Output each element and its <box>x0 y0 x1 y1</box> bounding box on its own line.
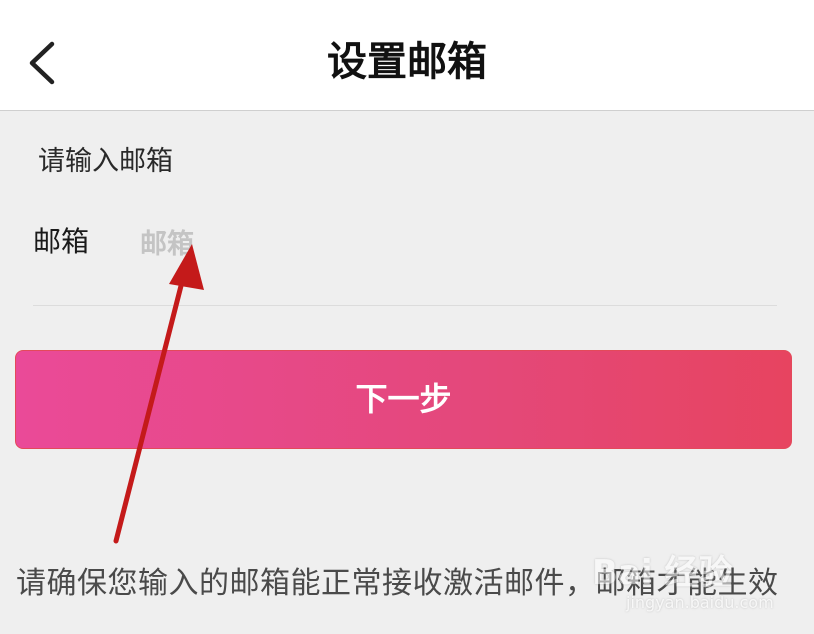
input-divider <box>33 305 777 306</box>
email-input[interactable] <box>138 222 762 266</box>
page-title: 设置邮箱 <box>327 39 487 85</box>
notice-text: 请确保您输入的邮箱能正常接收激活邮件，邮箱才能生效 <box>16 566 779 601</box>
next-step-button[interactable]: 下一步 <box>15 350 792 449</box>
header-bar: 设置邮箱 <box>0 0 814 111</box>
email-prompt: 请输入邮箱 <box>38 146 173 177</box>
email-label: 邮箱 <box>33 225 90 258</box>
